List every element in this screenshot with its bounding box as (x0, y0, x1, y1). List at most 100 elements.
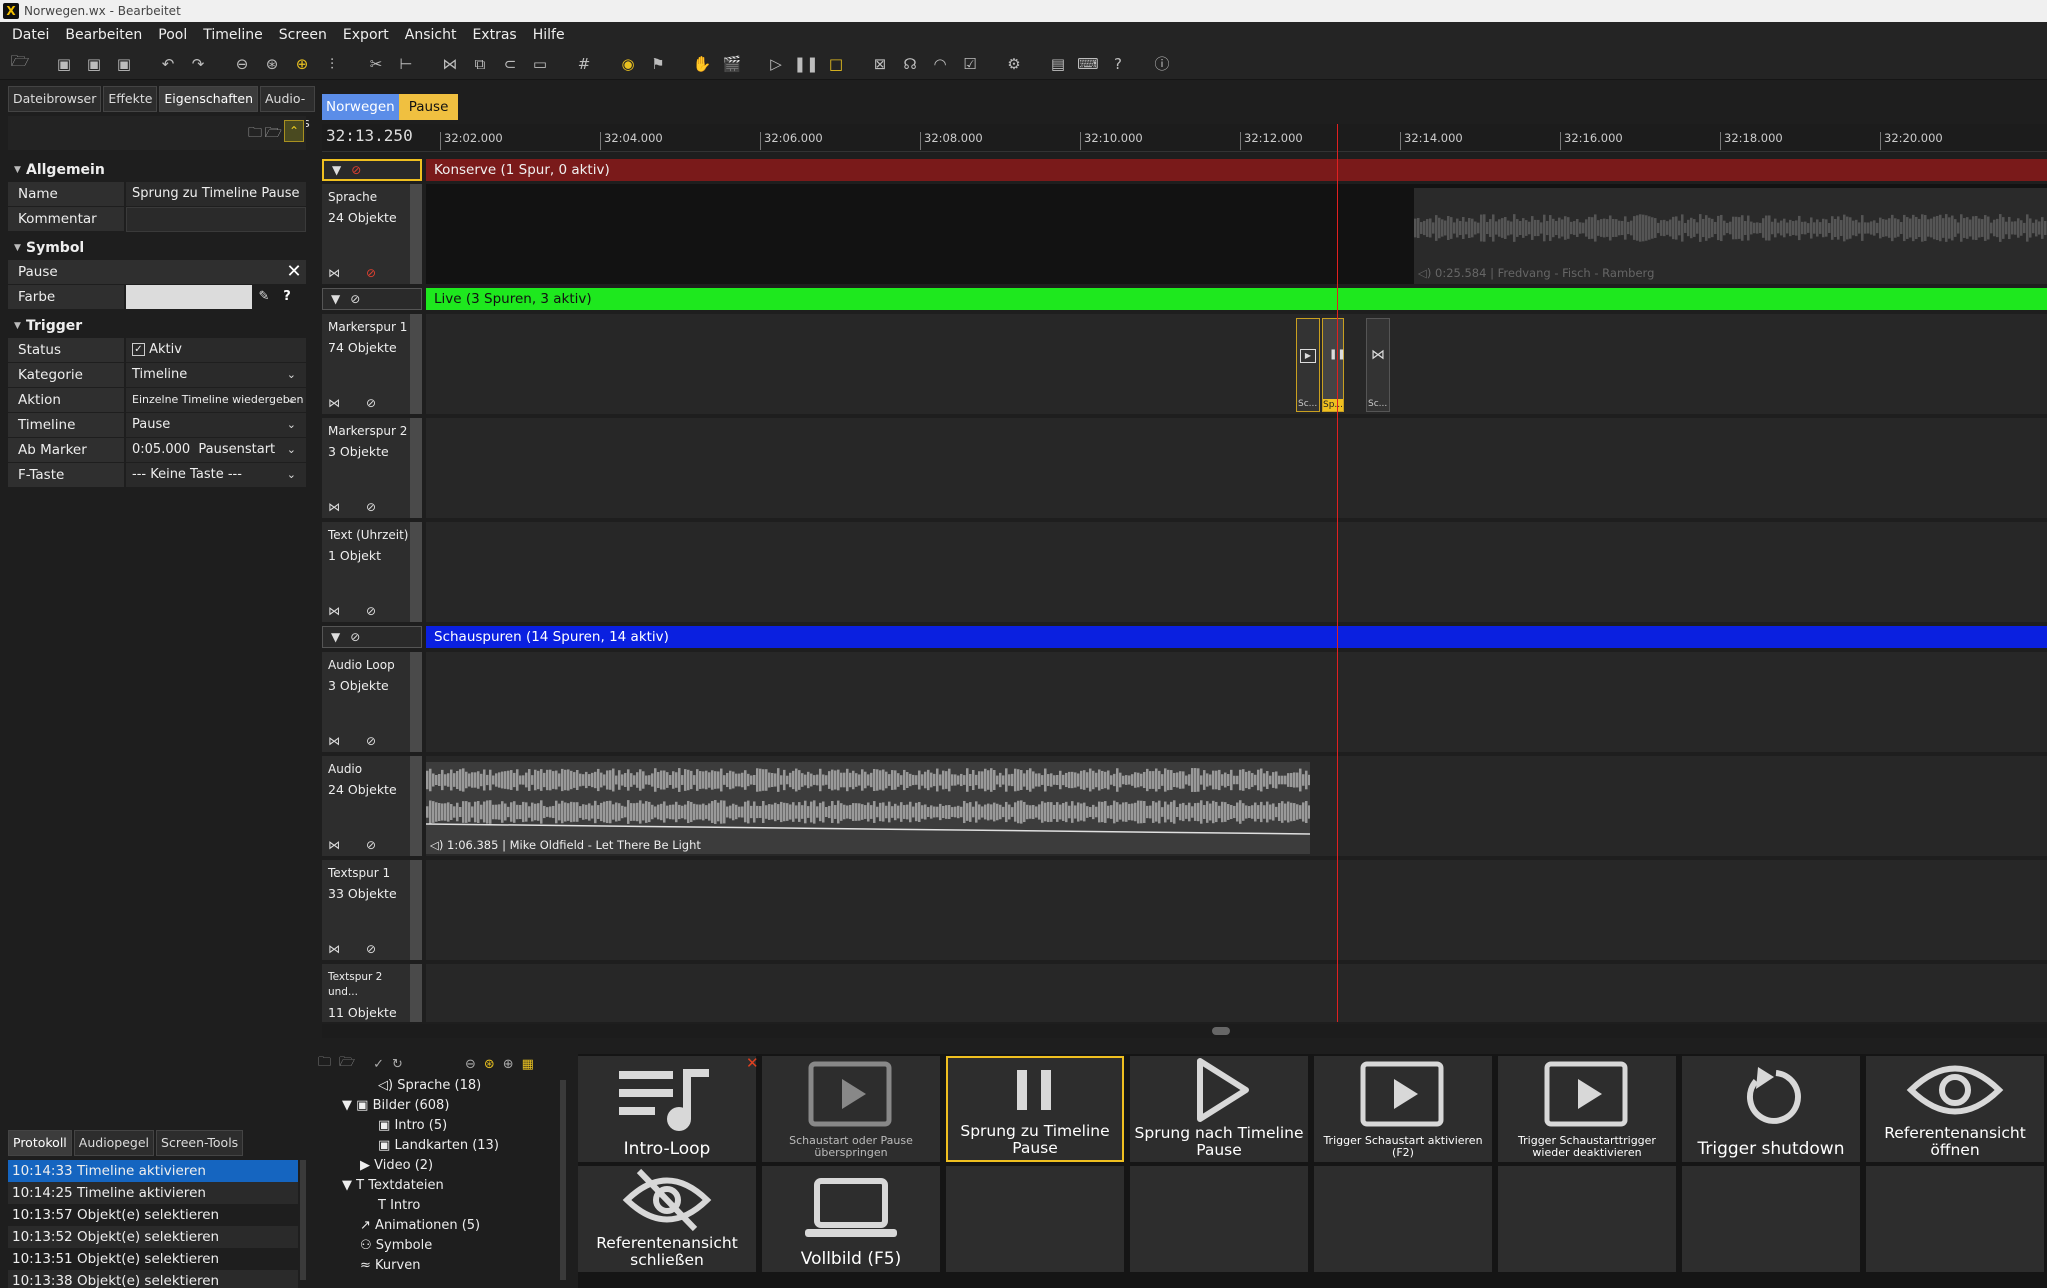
track-sprache[interactable]: ◁) 0:25.584 | Fredvang - Fisch - Ramberg (426, 184, 2047, 284)
mute-icon[interactable]: ⊘ (366, 396, 376, 410)
playhead[interactable] (1337, 124, 1338, 1022)
skip-button[interactable]: ✕ Schaustart oder Pause überspringen (746, 1054, 940, 1162)
mute-icon[interactable]: ⊘ (366, 734, 376, 748)
mute-icon[interactable]: ⊘ (366, 500, 376, 514)
zoom-fit-icon[interactable]: ⊛ (260, 52, 284, 76)
tree-item[interactable]: ◁) Sprache (18) (316, 1076, 570, 1096)
tab-audio-plugins[interactable]: Audio-Plugins (260, 86, 315, 130)
zoom-out-icon[interactable]: ⊖ (465, 1057, 476, 1072)
info-icon[interactable]: ⓘ (1150, 52, 1174, 76)
menu-screen[interactable]: Screen (271, 27, 335, 43)
marker-select[interactable]: 0:05.000 Pausenstart ⌄ (126, 438, 306, 463)
empty-slot[interactable] (1130, 1166, 1308, 1272)
track-header-textspur-2[interactable]: Textspur 2 und... 11 Objekte (322, 964, 422, 1022)
keyboard-icon[interactable]: ⌨ (1076, 52, 1100, 76)
marker-clip-selected[interactable]: ❚❚ Sp... (1322, 318, 1346, 412)
tree-item[interactable]: ⚇ Symbole (316, 1236, 570, 1256)
close-icon[interactable]: ✕ (746, 1054, 759, 1072)
tab-protokoll[interactable]: Protokoll (8, 1130, 72, 1156)
marker-clip[interactable]: ⋈ Sc... (1366, 318, 1390, 412)
section-trigger[interactable]: Trigger (8, 314, 306, 338)
chat-icon[interactable]: ▤ (1046, 52, 1070, 76)
menu-timeline[interactable]: Timeline (195, 27, 271, 43)
settings-icon[interactable]: ⚙ (1002, 52, 1026, 76)
timeline-scrollbar[interactable] (322, 1024, 2047, 1038)
zoom-in-icon[interactable]: ⊕ (290, 52, 314, 76)
checklist-icon[interactable]: ☑ (958, 52, 982, 76)
bowtie-icon[interactable]: ⋈ (328, 838, 340, 852)
user-voice-icon[interactable]: ☊ (898, 52, 922, 76)
folder-icon[interactable]: 🗀 (248, 122, 262, 146)
protocol-row[interactable]: 10:13:38 Objekt(e) selektieren (8, 1270, 298, 1288)
intro-loop-button[interactable]: Intro-Loop (578, 1056, 756, 1162)
magnet-icon[interactable]: ⊂ (498, 52, 522, 76)
menu-ansicht[interactable]: Ansicht (397, 27, 465, 43)
eyedropper-icon[interactable]: ✎ (252, 285, 276, 310)
save-as-icon[interactable]: ▣ (82, 52, 106, 76)
fullscreen-button[interactable]: Vollbild (F5) (762, 1166, 940, 1272)
color-swatch[interactable] (126, 285, 252, 310)
grid-icon[interactable]: # (572, 52, 596, 76)
presenter-view-close-button[interactable]: Referentenansicht schließen (578, 1166, 756, 1272)
tree-item[interactable]: ▣ Intro (5) (316, 1116, 570, 1136)
split-icon[interactable]: ⊢ (394, 52, 418, 76)
bowtie-icon[interactable]: ⋈ (328, 500, 340, 514)
tab-norwegen[interactable]: Norwegen (322, 94, 399, 120)
tree-item[interactable]: ▼ T Textdateien (316, 1176, 570, 1196)
mute-icon[interactable]: ⊘ (366, 604, 376, 618)
marker-clip[interactable]: ▶ Sc... (1296, 318, 1320, 412)
bowtie-icon[interactable]: ⋈ (328, 266, 340, 280)
help-icon[interactable]: ? (1106, 52, 1130, 76)
track-header-markerspur-1[interactable]: Markerspur 1 74 Objekte ⋈ ⊘ (322, 314, 422, 414)
mute-icon[interactable]: ⊘ (366, 266, 376, 280)
empty-slot[interactable] (1314, 1166, 1492, 1272)
refresh-icon[interactable]: ↻ (392, 1057, 403, 1072)
track-markerspur-1[interactable]: ▶ Sc... ❚❚ Sp... ⋈ Sc... (426, 314, 2047, 414)
bowtie-icon[interactable]: ⋈ (328, 734, 340, 748)
zoom-in-icon[interactable]: ⊕ (503, 1057, 514, 1072)
group-schauspuren[interactable]: Schauspuren (14 Spuren, 14 aktiv) (426, 626, 2047, 648)
timeline-select[interactable]: Pause ⌄ (126, 413, 306, 438)
track-header-audio[interactable]: Audio 24 Objekte ⋈ ⊘ (322, 756, 422, 856)
track-textspur-1[interactable] (426, 860, 2047, 960)
name-field[interactable]: Sprung zu Timeline Pause (126, 182, 306, 207)
zoom-out-icon[interactable]: ⊖ (230, 52, 254, 76)
mute-icon[interactable]: ⊘ (366, 942, 376, 956)
tree-item[interactable]: ▼ ▣ Bilder (608) (316, 1096, 570, 1116)
jump-to-pause-button[interactable]: Sprung zu Timeline Pause (946, 1056, 1124, 1162)
audio-clip[interactable]: ◁) 1:06.385 | Mike Oldfield - Let There … (426, 762, 1310, 854)
chevron-down-icon[interactable]: ▼ (342, 1098, 352, 1113)
track-audio-loop[interactable] (426, 652, 2047, 752)
trigger-shutdown-button[interactable]: Trigger shutdown (1682, 1056, 1860, 1162)
comment-field[interactable] (126, 207, 306, 232)
scroll-thumb[interactable] (1212, 1027, 1230, 1035)
tab-audiopegel[interactable]: Audiopegel (73, 1130, 155, 1156)
audio-clip[interactable]: ◁) 0:25.584 | Fredvang - Fisch - Ramberg (1414, 188, 2047, 284)
protocol-row[interactable]: 10:14:33 Timeline aktivieren (8, 1160, 298, 1182)
ruler-icon[interactable]: ▭ (528, 52, 552, 76)
track-audio[interactable]: ◁) 1:06.385 | Mike Oldfield - Let There … (426, 756, 2047, 856)
trigger-deactivate-button[interactable]: Trigger Schaustarttrigger wieder deaktiv… (1498, 1056, 1676, 1162)
track-textspur-2[interactable] (426, 964, 2047, 1022)
protocol-row[interactable]: 10:13:51 Objekt(e) selektieren (8, 1248, 298, 1270)
stop-icon[interactable]: □ (824, 52, 848, 76)
section-allgemein[interactable]: Allgemein (8, 158, 306, 182)
wifi-icon[interactable]: ◠ (928, 52, 952, 76)
mute-icon[interactable]: ⊘ (350, 292, 360, 306)
tree-item[interactable]: T Intro (316, 1196, 570, 1216)
help-icon[interactable]: ? (276, 285, 298, 310)
cut-icon[interactable]: ✂ (364, 52, 388, 76)
menu-hilfe[interactable]: Hilfe (525, 27, 573, 43)
section-symbol[interactable]: Symbol (8, 236, 306, 260)
chevron-down-icon[interactable]: ▼ (331, 630, 340, 644)
track-header-text-uhrzeit[interactable]: Text (Uhrzeit) 1 Objekt ⋈ ⊘ (322, 522, 422, 622)
tree-item[interactable]: ▣ Landkarten (13) (316, 1136, 570, 1156)
tree-item[interactable]: ↗ Animationen (5) (316, 1216, 570, 1236)
track-header-audio-loop[interactable]: Audio Loop 3 Objekte ⋈ ⊘ (322, 652, 422, 752)
mute-icon[interactable]: ⊘ (366, 838, 376, 852)
chevron-down-icon[interactable]: ▼ (331, 292, 340, 306)
tab-effekte[interactable]: Effekte (103, 86, 158, 112)
library-scrollbar[interactable] (560, 1080, 566, 1280)
pause-icon[interactable]: ❚❚ (793, 52, 818, 76)
zoom-fit-icon[interactable]: ⊛ (484, 1057, 495, 1072)
